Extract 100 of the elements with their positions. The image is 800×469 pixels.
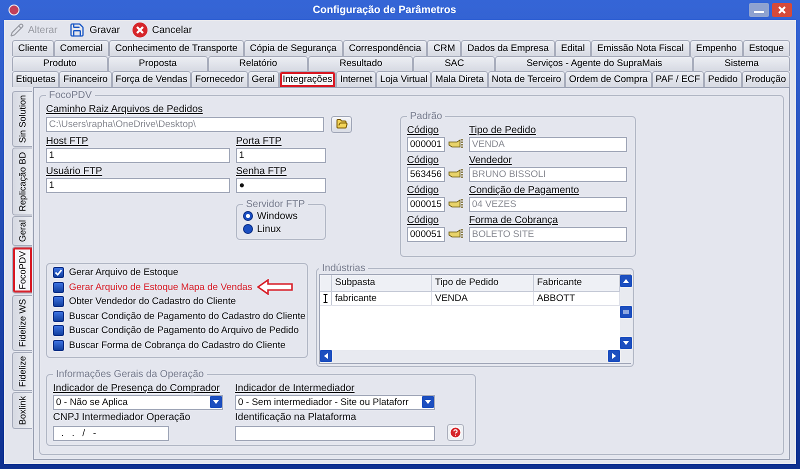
field-label: Caminho Raiz Arquivos de Pedidos [46,104,204,116]
tab[interactable]: Fornecedor [191,71,248,86]
scroll-thumb-icon[interactable] [620,306,632,318]
group-title: Informações Gerais da Operação [55,368,205,380]
tab[interactable]: Empenho [690,40,743,56]
platform-field[interactable] [235,426,435,440]
toolbar-button[interactable]: Gravar [67,22,122,38]
radio-label: Windows [257,210,298,222]
side-tab[interactable]: Geral [12,216,32,246]
code-field[interactable]: 000001 [407,136,445,152]
help-button[interactable] [447,424,464,440]
code-field[interactable]: 000051 [407,226,445,242]
cancel-icon [132,22,148,38]
field-label: Usuário FTP [46,166,104,178]
scroll-left-icon[interactable] [320,350,332,362]
side-tab[interactable]: FocoPDV [12,247,32,294]
tab[interactable]: Edital [554,40,591,56]
folder-button[interactable] [331,116,352,132]
hand-icon[interactable] [448,138,464,150]
minimize-button[interactable] [749,3,769,17]
tab[interactable]: SAC [413,56,496,71]
tab[interactable]: Correspondência [342,40,428,56]
tab[interactable]: Proposta [108,56,208,71]
app-icon [8,4,20,16]
radio-button[interactable] [243,224,253,234]
dropdown[interactable]: 0 - Sem intermediador - Site ou Plataforr [235,394,435,410]
dropdown[interactable]: 0 - Não se Aplica [53,394,223,410]
scroll-right-icon[interactable] [608,350,620,362]
tab[interactable]: Força de Vendas [112,71,192,86]
text-cursor-icon [323,294,328,302]
checkbox[interactable] [53,325,64,336]
hand-icon[interactable] [448,198,464,210]
save-icon [69,22,86,38]
checkbox-label: Gerar Arquivo de Estoque Mapa de Vendas [69,282,252,293]
group-title: FocoPDV [48,90,93,100]
tab[interactable]: Cópia de Segurança [244,40,343,56]
field-label: Código [407,184,440,196]
side-tab[interactable]: Sin Solution [12,90,32,147]
checkbox-label: Obter Vendedor do Cadastro do Cliente [69,296,236,308]
user-field[interactable]: 1 [46,178,230,192]
tab[interactable]: Resultado [308,56,414,71]
side-tab[interactable]: Boxlink [12,392,32,429]
tab[interactable]: Etiquetas [12,71,60,86]
tab[interactable]: Produção [742,71,790,86]
tab[interactable]: Mala Direta [431,71,488,86]
toolbar-button[interactable]: Cancelar [130,22,194,38]
tab[interactable]: Financeiro [59,71,112,86]
tab[interactable]: Geral [248,71,279,86]
field-label: Vendedor [469,154,513,166]
port-field[interactable]: 1 [236,148,326,162]
tab[interactable]: Produto [12,56,108,71]
checkbox-label: Buscar Forma de Cobrança do Cadastro do Cliente [69,340,286,351]
tab[interactable]: Nota de Terceiro [488,71,566,86]
tab[interactable]: Emissão Nota Fiscal [590,40,690,56]
tab[interactable]: Internet [336,71,376,86]
tab[interactable]: Relatório [208,56,308,71]
help-icon [449,426,462,438]
checkbox[interactable] [53,267,64,278]
close-button[interactable] [772,3,792,17]
side-tab[interactable]: Replicação BD [12,148,32,216]
tab[interactable]: Integrações [278,71,336,86]
table-cell: VENDA [432,292,534,304]
checkbox[interactable] [53,296,64,308]
field-label: Porta FTP [236,136,283,148]
checkbox[interactable] [53,310,64,322]
field-label: Senha FTP [236,166,288,178]
hand-icon[interactable] [448,228,464,240]
tab[interactable]: Comercial [54,40,109,56]
field-label: Indicador de Presença do Comprador [53,382,221,394]
scroll-up-icon[interactable] [620,274,632,286]
host-field[interactable]: 1 [46,148,230,162]
column-header[interactable]: Tipo de Pedido [432,274,534,290]
tab[interactable]: Loja Virtual [376,71,432,86]
field-label: Indicador de Intermediador [235,382,356,394]
tab[interactable]: Conhecimento de Transporte [108,40,244,56]
hand-icon[interactable] [448,168,464,180]
cnpj-field[interactable]: . . / - [53,426,169,440]
tab[interactable]: Sistema [693,56,790,71]
field-label: Forma de Cobrança [469,214,559,226]
checkbox-label: Gerar Arquivo de Estoque [69,267,178,278]
checkbox[interactable] [53,340,64,351]
side-tab[interactable]: Fidelize WS [12,294,32,351]
tab[interactable]: PAF / ECF [652,71,704,86]
code-field[interactable]: 563456 [407,166,445,182]
tab[interactable]: Serviços - Agente do SupraMais [495,56,694,71]
tab[interactable]: Estoque [742,40,790,56]
tab[interactable]: Dados da Empresa [461,40,555,56]
scroll-down-icon[interactable] [620,336,632,348]
field-label: Condição de Pagamento [469,184,580,196]
tab[interactable]: Pedido [704,71,742,86]
tab[interactable]: Cliente [12,40,54,56]
folder-icon [336,118,348,130]
column-header[interactable]: Subpasta [332,274,432,290]
tab[interactable]: CRM [427,40,462,56]
side-tab[interactable]: Fidelize [12,352,32,391]
password-field[interactable]: ● [236,178,326,192]
radio-button[interactable] [243,211,253,221]
tab[interactable]: Ordem de Compra [565,71,652,86]
checkbox[interactable] [53,282,64,293]
code-field[interactable]: 000015 [407,196,445,212]
